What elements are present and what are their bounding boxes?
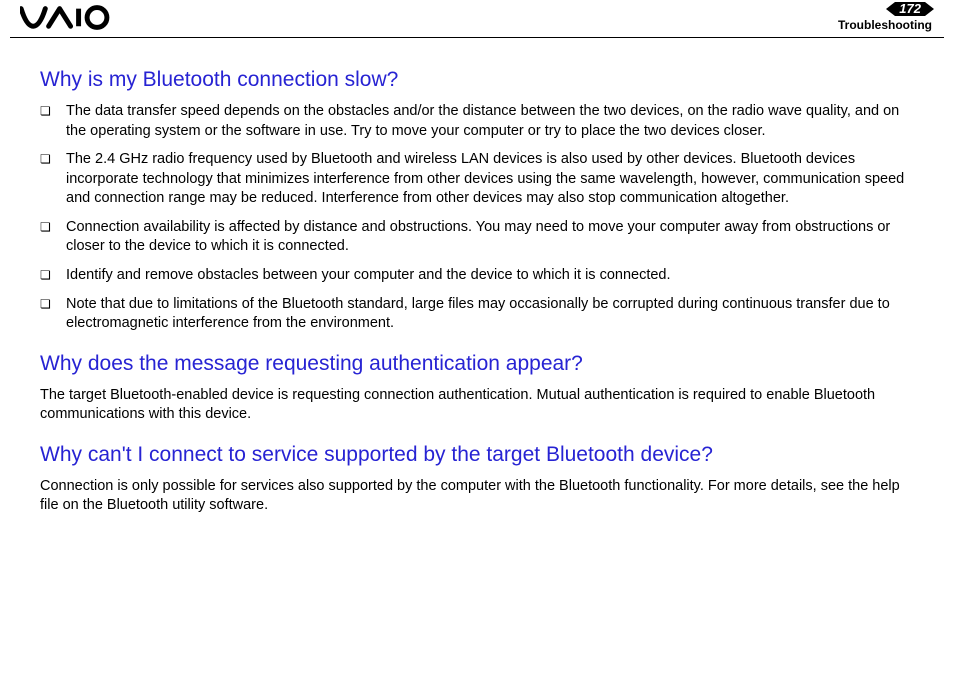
list-item: Identify and remove obstacles between yo… <box>40 266 914 286</box>
list-item: The 2.4 GHz radio frequency used by Blue… <box>40 150 914 209</box>
answer-paragraph-3: Connection is only possible for services… <box>40 477 914 516</box>
page-header: 172 Troubleshooting <box>10 0 944 38</box>
section-title: Troubleshooting <box>838 18 932 32</box>
list-item: Note that due to limitations of the Blue… <box>40 295 914 334</box>
answer-paragraph-2: The target Bluetooth-enabled device is r… <box>40 386 914 425</box>
page-content: Why is my Bluetooth connection slow? The… <box>0 38 954 544</box>
page-number: 172 <box>895 2 925 16</box>
next-page-icon[interactable] <box>925 2 934 16</box>
page-nav: 172 <box>886 2 934 16</box>
answer-list-1: The data transfer speed depends on the o… <box>40 102 914 334</box>
question-heading-2: Why does the message requesting authenti… <box>40 352 914 376</box>
question-heading-1: Why is my Bluetooth connection slow? <box>40 68 914 92</box>
question-heading-3: Why can't I connect to service supported… <box>40 443 914 467</box>
prev-page-icon[interactable] <box>886 2 895 16</box>
vaio-logo <box>20 4 130 32</box>
list-item: Connection availability is affected by d… <box>40 218 914 257</box>
list-item: The data transfer speed depends on the o… <box>40 102 914 141</box>
